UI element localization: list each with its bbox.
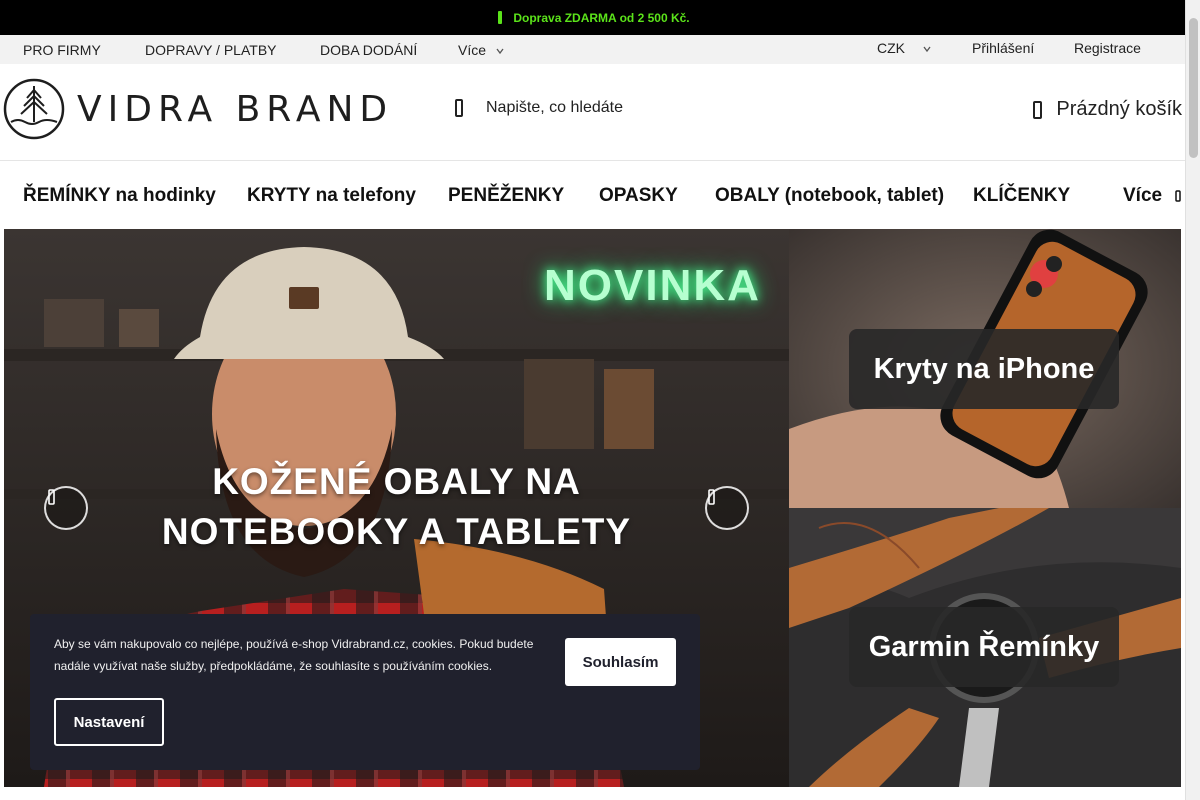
hero-headline: KOŽENÉ OBALY NA NOTEBOOKY A TABLETY bbox=[4, 457, 789, 557]
menu-item-klicenky[interactable]: KLÍČENKY bbox=[973, 185, 1070, 207]
search-icon bbox=[455, 99, 463, 117]
menu-item-opasky[interactable]: OPASKY bbox=[599, 185, 678, 207]
logo-text: VIDRA BRAND bbox=[77, 88, 394, 130]
cookie-message: Aby se vám nakupovalo co nejlépe, použív… bbox=[54, 637, 534, 673]
logo[interactable]: VIDRA BRAND bbox=[3, 78, 393, 140]
truck-icon bbox=[498, 11, 503, 24]
cart-label: Prázdný košík bbox=[1056, 98, 1182, 120]
page-scrollbar[interactable] bbox=[1185, 0, 1200, 800]
arrow-left-icon bbox=[48, 489, 55, 505]
logo-tree-icon bbox=[3, 78, 65, 140]
header: VIDRA BRAND Napište, co hledáte Prázdný … bbox=[0, 64, 1185, 161]
hero-headline-line2: NOTEBOOKY A TABLETY bbox=[161, 511, 632, 552]
hero-badge: NOVINKA bbox=[544, 261, 761, 310]
search-box[interactable]: Napište, co hledáte bbox=[452, 98, 623, 118]
cookie-settings-button[interactable]: Nastavení bbox=[54, 698, 164, 746]
currency-selector[interactable]: CZK bbox=[877, 40, 931, 56]
menu-more-label: Více bbox=[1123, 185, 1163, 206]
cookie-banner: Aby se vám nakupovalo co nejlépe, použív… bbox=[30, 614, 700, 770]
chevron-down-icon bbox=[496, 48, 504, 55]
tile-iphone-label: Kryty na iPhone bbox=[849, 329, 1119, 409]
register-link[interactable]: Registrace bbox=[1074, 40, 1141, 56]
tile-iphone-covers[interactable]: Kryty na iPhone bbox=[789, 229, 1181, 508]
search-input[interactable]: Napište, co hledáte bbox=[486, 99, 623, 117]
topbar-link-firmy[interactable]: PRO FIRMY bbox=[23, 42, 101, 58]
arrow-right-icon bbox=[708, 489, 715, 505]
currency-label: CZK bbox=[877, 40, 905, 56]
tile-garmin-label: Garmin Řemínky bbox=[849, 607, 1119, 687]
cookie-accept-button[interactable]: Souhlasím bbox=[565, 638, 676, 686]
page: Doprava ZDARMA od 2 500 Kč. PRO FIRMY DO… bbox=[0, 0, 1200, 800]
topbar-more-label: Více bbox=[458, 42, 487, 58]
category-menu: ŘEMÍNKY na hodinky KRYTY na telefony PEN… bbox=[0, 161, 1185, 229]
tile-garmin-straps[interactable]: Garmin Řemínky bbox=[789, 508, 1181, 787]
chevron-down-icon bbox=[1175, 190, 1182, 202]
slider-prev-button[interactable] bbox=[44, 486, 88, 530]
cart-button[interactable]: Prázdný košík bbox=[1032, 98, 1182, 121]
menu-more-dropdown[interactable]: Více bbox=[1123, 185, 1182, 207]
promo-text: Doprava ZDARMA od 2 500 Kč. bbox=[513, 10, 690, 25]
promo-bar: Doprava ZDARMA od 2 500 Kč. bbox=[0, 0, 1185, 35]
menu-item-obaly[interactable]: OBALY (notebook, tablet) bbox=[715, 185, 944, 207]
topbar-more-dropdown[interactable]: Více bbox=[458, 42, 504, 58]
scrollbar-thumb[interactable] bbox=[1189, 18, 1198, 158]
topbar-link-doba-dodani[interactable]: DOBA DODÁNÍ bbox=[320, 42, 417, 58]
menu-item-reminky[interactable]: ŘEMÍNKY na hodinky bbox=[23, 185, 216, 207]
chevron-down-icon bbox=[923, 46, 931, 53]
cart-icon bbox=[1033, 100, 1043, 119]
top-bar: PRO FIRMY DOPRAVY / PLATBY DOBA DODÁNÍ V… bbox=[0, 35, 1185, 64]
menu-item-kryty[interactable]: KRYTY na telefony bbox=[247, 185, 416, 207]
login-link[interactable]: Přihlášení bbox=[972, 40, 1034, 56]
slider-next-button[interactable] bbox=[705, 486, 749, 530]
topbar-link-dopravy[interactable]: DOPRAVY / PLATBY bbox=[145, 42, 277, 58]
hero-headline-line1: KOŽENÉ OBALY NA bbox=[212, 461, 581, 502]
menu-item-penezenky[interactable]: PENĚŽENKY bbox=[448, 185, 564, 207]
